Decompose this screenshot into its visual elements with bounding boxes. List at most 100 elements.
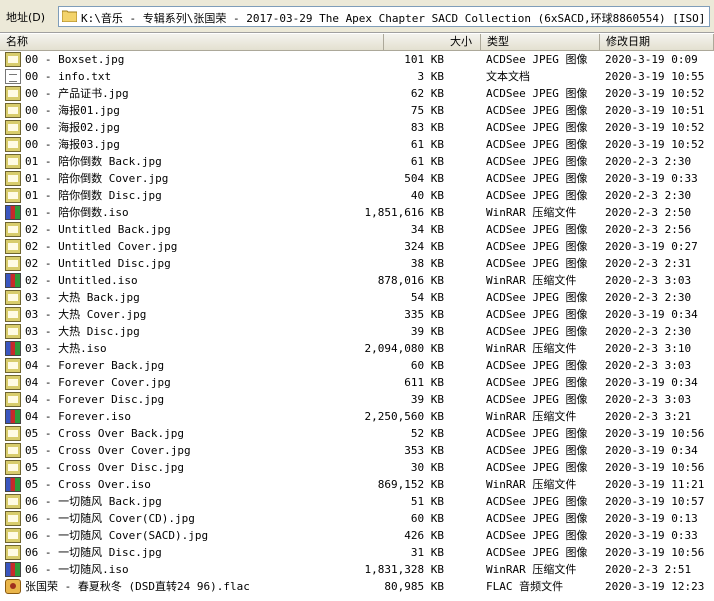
file-name: 05 - Cross Over Disc.jpg [25, 461, 184, 474]
file-row[interactable]: 05 - Cross Over Back.jpg 52 KB ACDSee JPEG… [0, 425, 714, 442]
file-row[interactable]: 02 - Untitled Disc.jpg 38 KB ACDSee JPEG 图… [0, 255, 714, 272]
file-size: 60 KB [410, 512, 444, 525]
file-row[interactable]: 00 - 海报03.jpg 61 KB ACDSee JPEG 图像 2020-3-1… [0, 136, 714, 153]
jpg-file-icon [5, 392, 21, 407]
file-row[interactable]: 04 - Forever Disc.jpg 39 KB ACDSee JPEG 图像… [0, 391, 714, 408]
file-name: 05 - Cross Over.iso [25, 478, 151, 491]
column-size[interactable]: 大小 [384, 34, 481, 50]
jpg-file-icon [5, 307, 21, 322]
file-type: ACDSee JPEG 图像 [486, 240, 588, 253]
file-row[interactable]: 02 - Untitled Back.jpg 34 KB ACDSee JPEG 图… [0, 221, 714, 238]
file-row[interactable]: 00 - Boxset.jpg 101 KB ACDSee JPEG 图像 2020-… [0, 51, 714, 68]
file-size: 31 KB [410, 546, 444, 559]
flac-file-icon [5, 579, 21, 594]
file-type: FLAC 音频文件 [486, 580, 564, 593]
file-row[interactable]: 04 - Forever Back.jpg 60 KB ACDSee JPEG 图像… [0, 357, 714, 374]
file-type: ACDSee JPEG 图像 [486, 529, 588, 542]
file-date: 2020-2-3 3:10 [605, 342, 692, 355]
jpg-file-icon [5, 443, 21, 458]
file-row[interactable]: 00 - 海报01.jpg 75 KB ACDSee JPEG 图像 2020-3-1… [0, 102, 714, 119]
iso-file-icon [5, 273, 21, 288]
file-date: 2020-3-19 11:21 [605, 478, 705, 491]
address-path: K:\音乐 - 专辑系列\张国荣 - 2017-03-29 The Apex C… [81, 12, 706, 25]
file-size: 3 KB [417, 70, 445, 83]
file-date: 2020-2-3 2:30 [605, 291, 692, 304]
file-row[interactable]: 06 - 一切随风 Disc.jpg 31 KB ACDSee JPEG 图像 202… [0, 544, 714, 561]
file-type: ACDSee JPEG 图像 [486, 495, 588, 508]
file-date: 2020-2-3 2:56 [605, 223, 692, 236]
file-row[interactable]: 04 - Forever Cover.jpg 611 KB ACDSee JPEG … [0, 374, 714, 391]
file-row[interactable]: 01 - 陪你倒数.iso 1,851,616 KB WinRAR 压缩文件 2020… [0, 204, 714, 221]
jpg-file-icon [5, 120, 21, 135]
file-row[interactable]: 03 - 大热.iso 2,094,080 KB WinRAR 压缩文件 2020-2… [0, 340, 714, 357]
file-row[interactable]: 03 - 大热 Cover.jpg 335 KB ACDSee JPEG 图像 202… [0, 306, 714, 323]
column-name[interactable]: 名称 [0, 34, 384, 50]
file-size: 878,016 KB [377, 274, 444, 287]
file-row[interactable]: 00 - info.txt 3 KB 文本文档 2020-3-19 10:55 [0, 68, 714, 85]
jpg-file-icon [5, 222, 21, 237]
file-row[interactable]: 02 - Untitled.iso 878,016 KB WinRAR 压缩文件 20… [0, 272, 714, 289]
file-date: 2020-3-19 10:56 [605, 427, 705, 440]
column-type[interactable]: 类型 [481, 34, 600, 50]
file-row[interactable]: 02 - Untitled Cover.jpg 324 KB ACDSee JPEG… [0, 238, 714, 255]
file-row[interactable]: 张国荣 - 春夏秋冬 (DSD直转24 96).flac 80,985 KB FLA… [0, 578, 714, 595]
file-type: ACDSee JPEG 图像 [486, 155, 588, 168]
file-row[interactable]: 00 - 海报02.jpg 83 KB ACDSee JPEG 图像 2020-3-1… [0, 119, 714, 136]
jpg-file-icon [5, 86, 21, 101]
file-date: 2020-2-3 2:30 [605, 189, 692, 202]
file-row[interactable]: 03 - 大热 Disc.jpg 39 KB ACDSee JPEG 图像 2020-… [0, 323, 714, 340]
file-date: 2020-3-19 0:13 [605, 512, 698, 525]
file-name: 03 - 大热 Back.jpg [25, 291, 140, 304]
file-row[interactable]: 05 - Cross Over.iso 869,152 KB WinRAR 压缩文件… [0, 476, 714, 493]
file-size: 1,831,328 KB [364, 563, 444, 576]
file-type: ACDSee JPEG 图像 [486, 308, 588, 321]
file-date: 2020-2-3 3:03 [605, 274, 692, 287]
file-size: 353 KB [404, 444, 444, 457]
file-row[interactable]: 05 - Cross Over Cover.jpg 353 KB ACDSee JP… [0, 442, 714, 459]
address-bar: 地址(D) K:\音乐 - 专辑系列\张国荣 - 2017-03-29 The … [0, 0, 714, 33]
file-date: 2020-3-19 0:34 [605, 308, 698, 321]
file-name: 张国荣 - 春夏秋冬 (DSD直转24 96).flac [25, 580, 250, 593]
file-name: 00 - 海报01.jpg [25, 104, 120, 117]
file-type: ACDSee JPEG 图像 [486, 121, 588, 134]
file-row[interactable]: 05 - Cross Over Disc.jpg 30 KB ACDSee JPEG… [0, 459, 714, 476]
file-type: WinRAR 压缩文件 [486, 410, 577, 423]
file-row[interactable]: 04 - Forever.iso 2,250,560 KB WinRAR 压缩文件 2… [0, 408, 714, 425]
file-row[interactable]: 06 - 一切随风 Cover(SACD).jpg 426 KB ACDSee JP… [0, 527, 714, 544]
file-date: 2020-3-19 0:33 [605, 172, 698, 185]
file-name: 01 - 陪你倒数 Disc.jpg [25, 189, 162, 202]
file-row[interactable]: 01 - 陪你倒数 Back.jpg 61 KB ACDSee JPEG 图像 202… [0, 153, 714, 170]
file-name: 06 - 一切随风 Back.jpg [25, 495, 162, 508]
file-name: 00 - 海报03.jpg [25, 138, 120, 151]
column-date[interactable]: 修改日期 [600, 34, 714, 50]
file-row[interactable]: 00 - 产品证书.jpg 62 KB ACDSee JPEG 图像 2020-3-1… [0, 85, 714, 102]
address-input[interactable]: K:\音乐 - 专辑系列\张国荣 - 2017-03-29 The Apex C… [58, 6, 710, 27]
file-date: 2020-3-19 10:56 [605, 461, 705, 474]
file-date: 2020-3-19 0:34 [605, 444, 698, 457]
file-name: 05 - Cross Over Back.jpg [25, 427, 184, 440]
jpg-file-icon [5, 460, 21, 475]
file-size: 75 KB [410, 104, 444, 117]
iso-file-icon [5, 562, 21, 577]
file-type: ACDSee JPEG 图像 [486, 512, 588, 525]
file-row[interactable]: 06 - 一切随风 Back.jpg 51 KB ACDSee JPEG 图像 202… [0, 493, 714, 510]
file-date: 2020-3-19 10:57 [605, 495, 705, 508]
file-size: 51 KB [410, 495, 444, 508]
jpg-file-icon [5, 545, 21, 560]
file-type: WinRAR 压缩文件 [486, 478, 577, 491]
file-size: 324 KB [404, 240, 444, 253]
jpg-file-icon [5, 239, 21, 254]
file-name: 02 - Untitled Back.jpg [25, 223, 171, 236]
file-type: ACDSee JPEG 图像 [486, 393, 588, 406]
iso-file-icon [5, 205, 21, 220]
file-type: ACDSee JPEG 图像 [486, 461, 588, 474]
file-type: ACDSee JPEG 图像 [486, 546, 588, 559]
file-row[interactable]: 06 - 一切随风 Cover(CD).jpg 60 KB ACDSee JPEG … [0, 510, 714, 527]
jpg-file-icon [5, 324, 21, 339]
file-row[interactable]: 06 - 一切随风.iso 1,831,328 KB WinRAR 压缩文件 2020… [0, 561, 714, 578]
file-name: 05 - Cross Over Cover.jpg [25, 444, 191, 457]
file-row[interactable]: 01 - 陪你倒数 Disc.jpg 40 KB ACDSee JPEG 图像 202… [0, 187, 714, 204]
file-size: 61 KB [410, 138, 444, 151]
file-row[interactable]: 01 - 陪你倒数 Cover.jpg 504 KB ACDSee JPEG 图像 2… [0, 170, 714, 187]
file-row[interactable]: 03 - 大热 Back.jpg 54 KB ACDSee JPEG 图像 2020-… [0, 289, 714, 306]
